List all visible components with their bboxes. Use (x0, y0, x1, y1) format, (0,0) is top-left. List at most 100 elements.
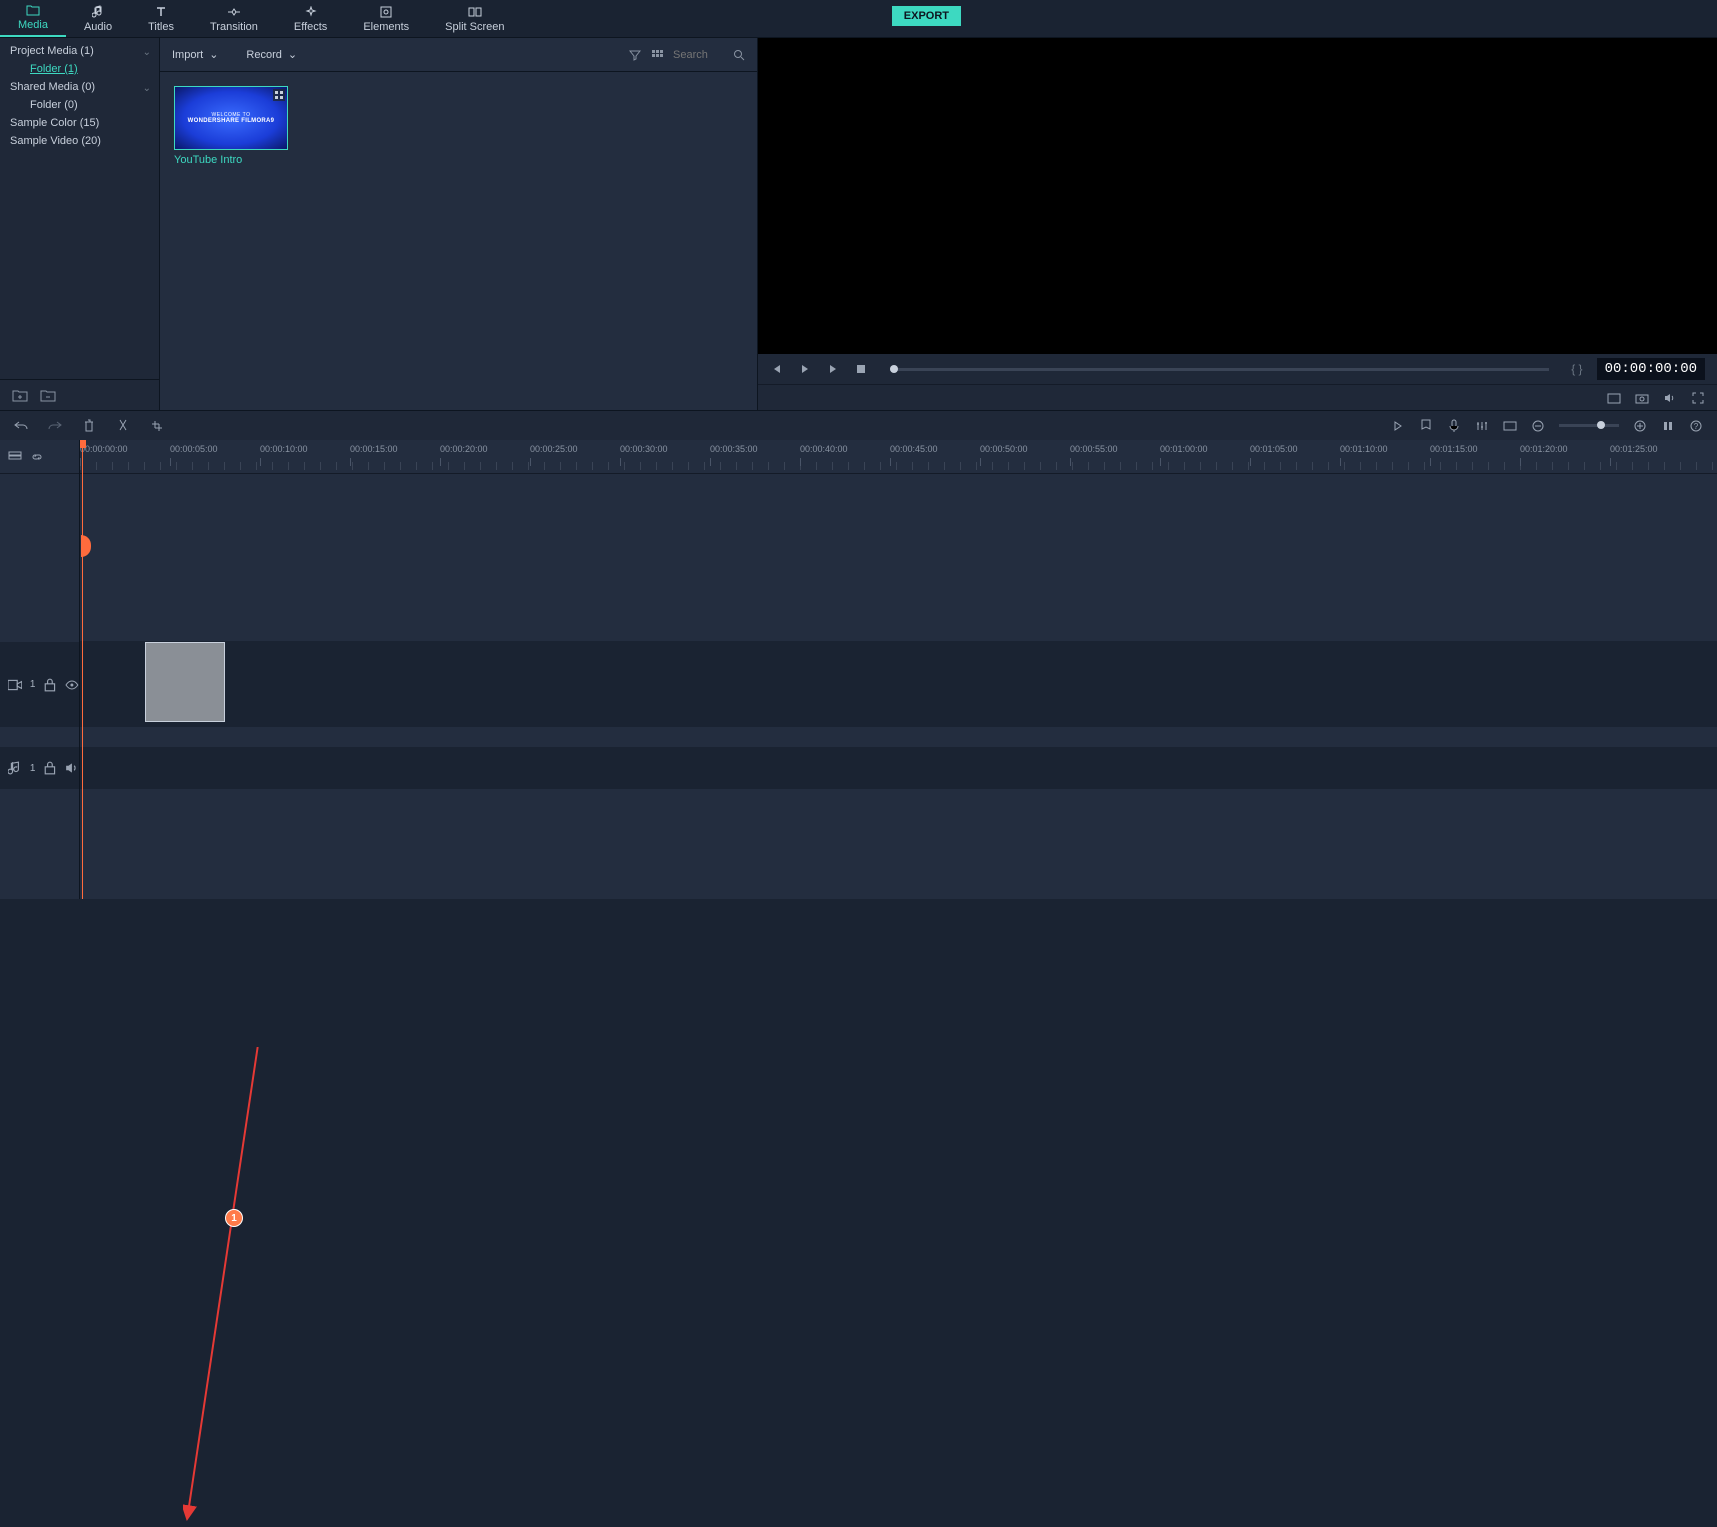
tab-label: Elements (363, 21, 409, 33)
top-tabs: Media Audio Titles Transition Effects El… (0, 0, 1717, 38)
grid-view-icon[interactable] (651, 49, 663, 61)
track-number: 1 (30, 763, 36, 774)
delete-icon[interactable] (82, 419, 96, 433)
preview-video[interactable] (758, 38, 1717, 354)
prev-frame-icon[interactable] (770, 362, 784, 376)
ruler-tick: 00:00:55:00 (1070, 444, 1118, 454)
help-icon[interactable]: ? (1689, 419, 1703, 433)
playhead[interactable] (82, 440, 83, 899)
tab-media[interactable]: Media (0, 0, 66, 37)
crop-icon[interactable] (150, 419, 164, 433)
tab-label: Titles (148, 21, 174, 33)
search-input[interactable] (673, 49, 733, 61)
music-note-icon (90, 4, 106, 20)
audio-track-header[interactable]: 1 (0, 747, 79, 789)
media-thumbnail[interactable]: WELCOME TO WONDERSHARE FILMORA9 YouTube … (174, 86, 288, 166)
export-button[interactable]: EXPORT (892, 6, 961, 26)
camera-icon[interactable] (1635, 391, 1649, 405)
tab-label: Media (18, 19, 48, 31)
track-spacer[interactable] (80, 474, 1717, 642)
ruler-tick: 00:00:20:00 (440, 444, 488, 454)
redo-icon[interactable] (48, 419, 62, 433)
split-icon[interactable] (116, 419, 130, 433)
scrubber[interactable] (890, 368, 1549, 371)
add-to-timeline-icon[interactable] (273, 89, 285, 101)
splitscreen-icon (467, 4, 483, 20)
tab-transition[interactable]: Transition (192, 2, 276, 37)
zoom-fit-icon[interactable] (1661, 419, 1675, 433)
tab-effects[interactable]: Effects (276, 2, 345, 37)
tab-titles[interactable]: Titles (130, 2, 192, 37)
next-frame-icon[interactable] (826, 362, 840, 376)
volume-icon[interactable] (1663, 391, 1677, 405)
play-icon[interactable] (798, 362, 812, 376)
tab-audio[interactable]: Audio (66, 2, 130, 37)
chevron-down-icon: ⌄ (143, 47, 151, 58)
render-icon[interactable] (1391, 419, 1405, 433)
folder-icon (25, 2, 41, 18)
fullscreen-icon[interactable] (1691, 391, 1705, 405)
chevron-down-icon: ⌄ (209, 48, 218, 61)
ruler-tick: 00:00:45:00 (890, 444, 938, 454)
marker-icon[interactable] (1419, 419, 1433, 433)
sidebar-item-project-media[interactable]: Project Media (1)⌄ (0, 42, 159, 60)
ruler-tick: 00:01:00:00 (1160, 444, 1208, 454)
lock-icon[interactable] (43, 678, 57, 692)
zoom-slider[interactable] (1559, 424, 1619, 427)
tab-splitscreen[interactable]: Split Screen (427, 2, 522, 37)
lock-icon[interactable] (43, 761, 57, 775)
timeline-ruler[interactable]: 00:00:00:0000:00:05:0000:00:10:0000:00:1… (80, 440, 1717, 474)
audio-track[interactable] (80, 747, 1717, 789)
aspect-icon[interactable] (1503, 419, 1517, 433)
ruler-tick: 00:01:05:00 (1250, 444, 1298, 454)
import-dropdown[interactable]: Import⌄ (172, 48, 238, 61)
mute-icon[interactable] (65, 761, 79, 775)
delete-folder-icon[interactable] (40, 388, 56, 402)
ruler-tick: 00:00:15:00 (350, 444, 398, 454)
stop-icon[interactable] (854, 362, 868, 376)
clip-drop-target[interactable] (145, 642, 225, 722)
sidebar-item-sample-color[interactable]: Sample Color (15) (0, 114, 159, 132)
tab-label: Split Screen (445, 21, 504, 33)
voiceover-icon[interactable] (1447, 419, 1461, 433)
undo-icon[interactable] (14, 419, 28, 433)
eye-icon[interactable] (65, 678, 79, 692)
svg-text:?: ? (1694, 422, 1699, 431)
video-track[interactable] (80, 642, 1717, 727)
preview-panel: { } 00:00:00:00 (758, 38, 1717, 410)
video-track-header[interactable]: 1 (0, 642, 79, 727)
audio-mixer-icon[interactable] (1475, 419, 1489, 433)
ruler-tick: 00:00:40:00 (800, 444, 848, 454)
chevron-down-icon: ⌄ (288, 48, 297, 61)
ruler-tick: 00:00:50:00 (980, 444, 1028, 454)
zoom-in-icon[interactable] (1633, 419, 1647, 433)
new-folder-icon[interactable] (12, 388, 28, 402)
text-icon (153, 4, 169, 20)
sidebar-item-shared-media[interactable]: Shared Media (0)⌄ (0, 78, 159, 96)
thumb-brand-text: WONDERSHARE FILMORA9 (188, 118, 275, 124)
timeline-toolbar: ? (0, 410, 1717, 440)
tab-elements[interactable]: Elements (345, 2, 427, 37)
effects-icon (303, 4, 319, 20)
zoom-out-icon[interactable] (1531, 419, 1545, 433)
tab-label: Audio (84, 21, 112, 33)
audio-track-icon (8, 761, 22, 775)
thumbnail-label: YouTube Intro (174, 150, 288, 166)
record-dropdown[interactable]: Record⌄ (246, 48, 317, 61)
manage-tracks-icon[interactable] (8, 450, 22, 464)
media-sidebar: Project Media (1)⌄ Folder (1) Shared Med… (0, 38, 160, 410)
transition-icon (226, 4, 242, 20)
ruler-tick: 00:00:10:00 (260, 444, 308, 454)
sidebar-item-sample-video[interactable]: Sample Video (20) (0, 132, 159, 150)
ruler-tick: 00:00:25:00 (530, 444, 578, 454)
markers-braces[interactable]: { } (1571, 362, 1582, 376)
ruler-tick: 00:01:20:00 (1520, 444, 1568, 454)
ruler-tick: 00:01:15:00 (1430, 444, 1478, 454)
sidebar-item-folder-0[interactable]: Folder (0) (0, 96, 159, 114)
filter-icon[interactable] (629, 49, 641, 61)
search-icon[interactable] (733, 49, 745, 61)
sidebar-item-folder-1[interactable]: Folder (1) (0, 60, 159, 78)
tab-label: Transition (210, 21, 258, 33)
link-icon[interactable] (30, 450, 44, 464)
screenshot-icon[interactable] (1607, 391, 1621, 405)
